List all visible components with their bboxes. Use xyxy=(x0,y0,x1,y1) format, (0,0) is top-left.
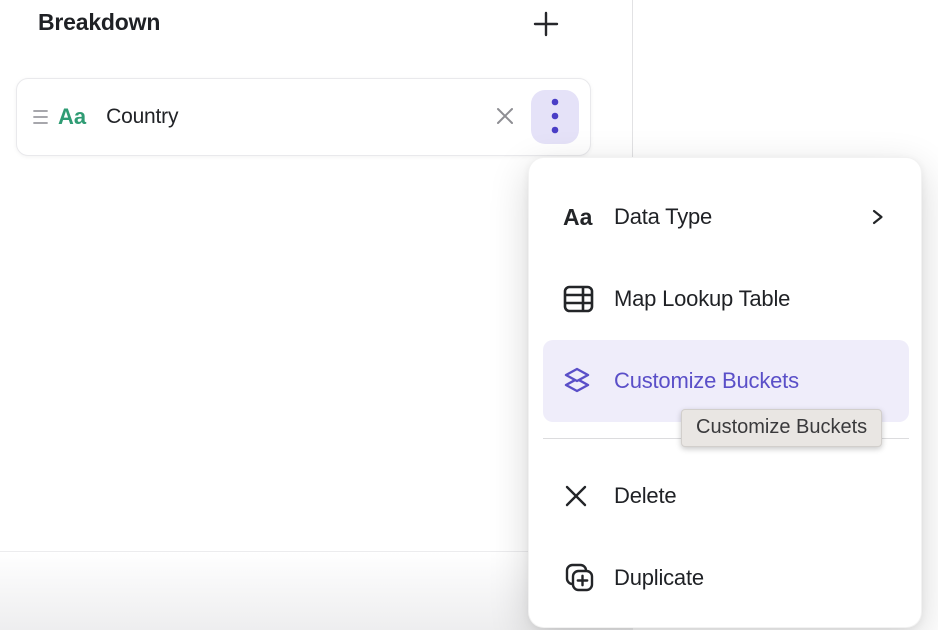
menu-item-label: Map Lookup Table xyxy=(614,286,790,312)
field-options-menu: Aa Data Type Map Lookup Table Customize … xyxy=(528,157,922,628)
menu-item-label: Data Type xyxy=(614,204,712,230)
add-breakdown-button[interactable] xyxy=(528,7,564,43)
chevron-right-icon xyxy=(870,207,885,227)
menu-item-label: Customize Buckets xyxy=(614,368,799,394)
plus-icon xyxy=(532,10,560,41)
drag-handle-icon[interactable] xyxy=(31,102,49,132)
menu-item-data-type[interactable]: Aa Data Type xyxy=(543,176,909,258)
table-icon xyxy=(563,285,614,313)
page-title: Breakdown xyxy=(38,9,160,36)
menu-item-duplicate[interactable]: Duplicate xyxy=(543,537,909,619)
x-icon xyxy=(563,483,614,509)
menu-item-label: Duplicate xyxy=(614,565,704,591)
field-type-badge: Aa xyxy=(58,104,86,130)
breakdown-field-card: Aa Country xyxy=(16,78,591,156)
text-format-icon: Aa xyxy=(563,204,614,231)
tooltip: Customize Buckets xyxy=(681,409,882,447)
duplicate-icon xyxy=(563,562,614,595)
screen: Breakdown Aa Country xyxy=(0,0,938,630)
menu-item-map-lookup-table[interactable]: Map Lookup Table xyxy=(543,258,909,340)
kebab-icon xyxy=(551,98,559,137)
field-name: Country xyxy=(106,105,178,129)
panel-vertical-divider xyxy=(632,0,633,158)
menu-item-label: Delete xyxy=(614,483,676,509)
remove-field-button[interactable] xyxy=(489,101,521,133)
menu-item-delete[interactable]: Delete xyxy=(543,455,909,537)
field-options-button[interactable] xyxy=(531,90,579,144)
layers-icon xyxy=(563,365,614,398)
close-icon xyxy=(494,105,516,130)
